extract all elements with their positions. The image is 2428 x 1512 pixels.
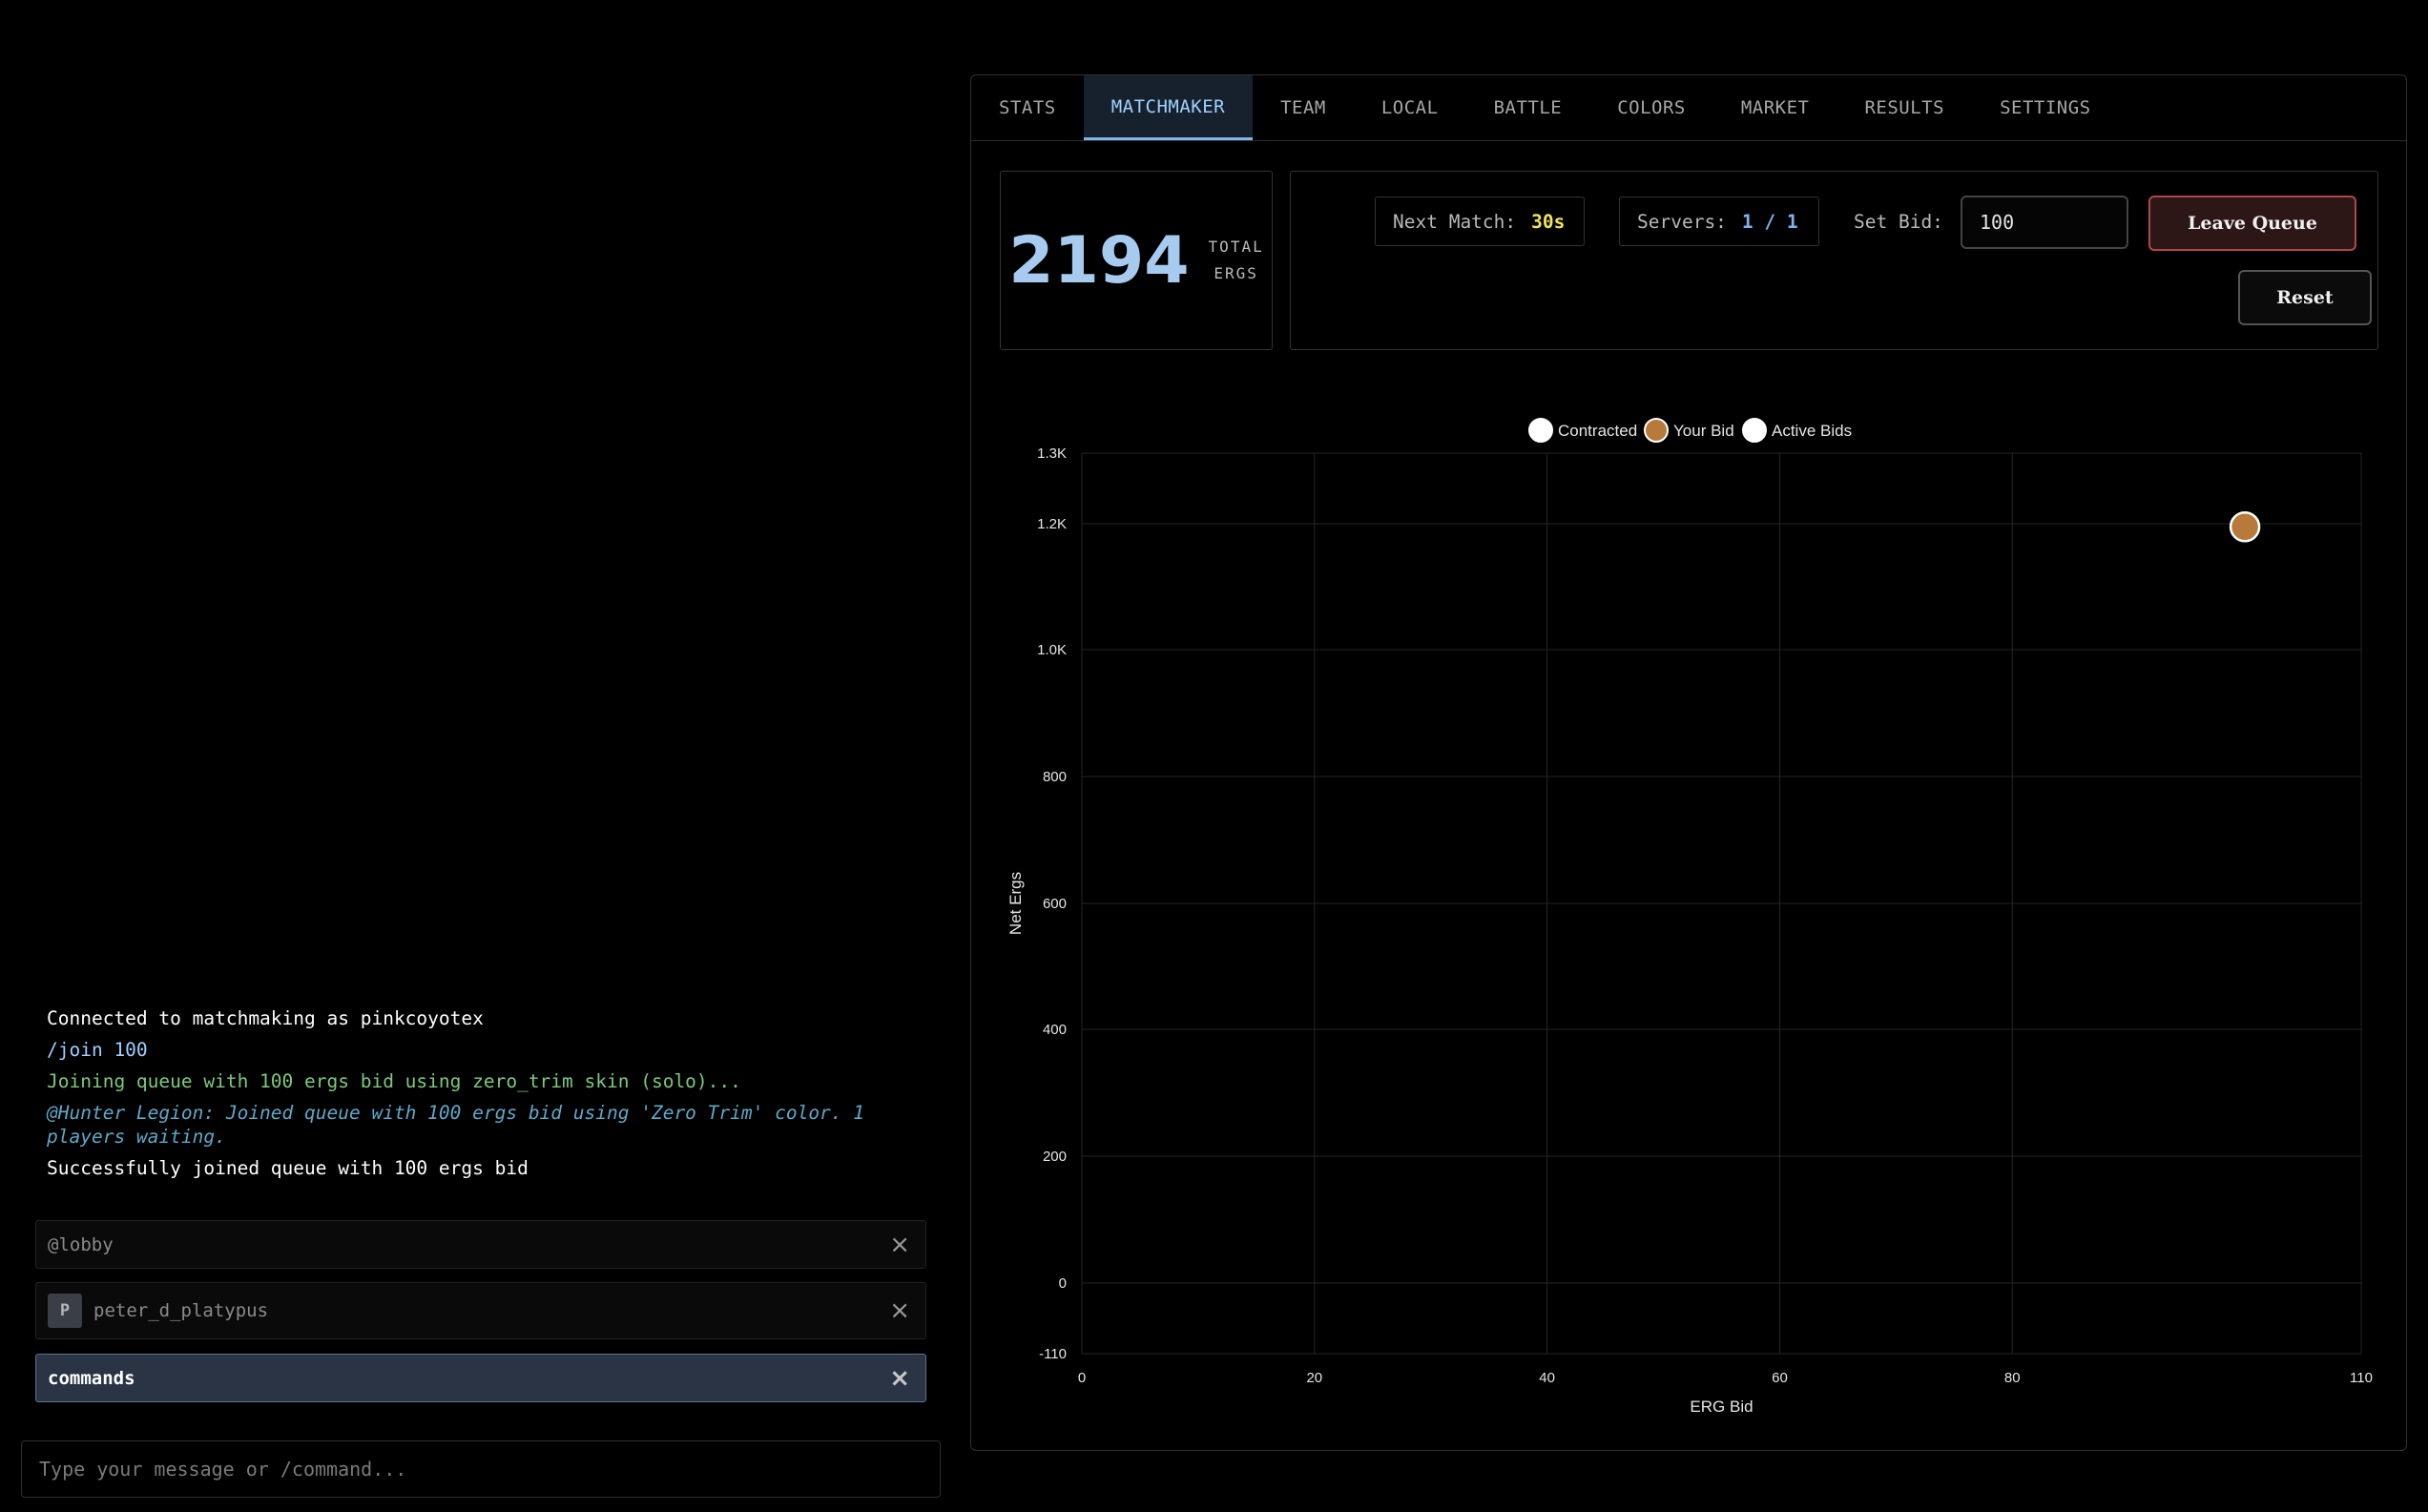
y-tick-label: 600	[1043, 896, 1067, 912]
bid-chart: -110 0 200 400 600 800 1.0K 1.2K 1.3K 0 20 40 60 80 11…	[971, 75, 2406, 1456]
channel-lobby[interactable]: @lobby ×	[35, 1220, 926, 1269]
x-tick-label: 80	[2004, 1370, 2021, 1386]
x-tick-label: 0	[1078, 1370, 1086, 1386]
y-tick-label: 400	[1043, 1022, 1067, 1038]
x-tick-label: 60	[1772, 1370, 1788, 1386]
y-tick-label: 1.3K	[1037, 445, 1067, 462]
y-tick-label: 0	[1059, 1275, 1067, 1292]
chat-message: Joining queue with 100 ergs bid using ze…	[47, 1070, 741, 1092]
y-axis-label: Net Ergs	[1006, 872, 1025, 935]
x-tick-label: 20	[1306, 1370, 1322, 1386]
channel-dm-peter[interactable]: P peter_d_platypus ×	[35, 1282, 926, 1339]
channel-commands-label: commands	[48, 1367, 135, 1389]
channel-peter-label: peter_d_platypus	[93, 1300, 269, 1321]
chat-message: Connected to matchmaking as pinkcoyotex	[47, 1007, 484, 1029]
y-tick-label: 800	[1043, 769, 1067, 785]
x-tick-label: 40	[1539, 1370, 1555, 1386]
close-icon[interactable]: ×	[889, 1232, 910, 1257]
y-tick-label: 200	[1043, 1149, 1067, 1165]
channel-commands[interactable]: commands ×	[35, 1354, 926, 1402]
game-panel: STATS MATCHMAKER TEAM LOCAL BATTLE COLORS MARK…	[970, 74, 2407, 1451]
legend-label: Your Bid	[1673, 422, 1734, 440]
legend-marker	[1742, 418, 1767, 443]
chat-message: Successfully joined queue with 100 ergs …	[47, 1157, 529, 1179]
y-tick-label: 1.2K	[1037, 516, 1067, 532]
legend-marker	[1528, 418, 1553, 443]
chat-log: Connected to matchmaking as pinkcoyotex /…	[47, 1006, 905, 1188]
bid-scatter-chart: -110 0 200 400 600 800 1.0K 1.2K 1.3K 0 20 40 60 80 11…	[1006, 418, 2373, 1416]
close-icon[interactable]: ×	[889, 1298, 910, 1323]
legend-label: Contracted	[1558, 422, 1637, 440]
chat-message: /join 100	[47, 1039, 148, 1061]
chat-message-input[interactable]	[21, 1440, 941, 1498]
data-point-your-bid	[2229, 511, 2261, 543]
y-tick-label: 1.0K	[1037, 642, 1067, 658]
legend-marker	[1644, 418, 1669, 443]
avatar: P	[48, 1294, 82, 1328]
y-tick-label: -110	[1039, 1346, 1067, 1362]
x-tick-label: 110	[2350, 1370, 2373, 1386]
chat-message: @Hunter Legion: Joined queue with 100 er…	[47, 1102, 865, 1148]
x-axis-label: ERG Bid	[1690, 1398, 1753, 1416]
channel-lobby-label: @lobby	[48, 1233, 114, 1255]
legend-label: Active Bids	[1772, 422, 1852, 440]
close-icon[interactable]: ×	[889, 1366, 910, 1391]
